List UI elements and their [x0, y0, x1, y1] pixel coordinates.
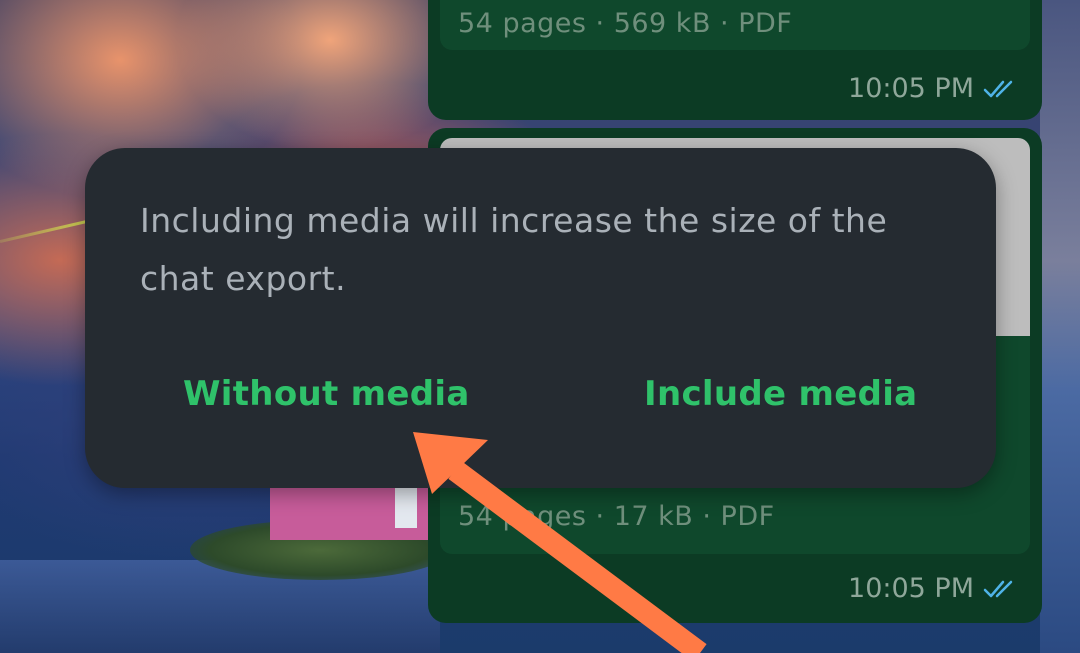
wallpaper-right-strip [1040, 0, 1080, 653]
include-media-button[interactable]: Include media [644, 374, 917, 414]
message-bubble[interactable]: 54 pages · 569 kB · PDF 10:05 PM [428, 0, 1042, 120]
dialog-message: Including media will increase the size o… [140, 201, 888, 298]
double-check-icon [983, 580, 1013, 597]
message-timestamp: 10:05 PM [848, 573, 1022, 604]
export-chat-dialog: Including media will increase the size o… [85, 148, 996, 488]
document-attachment[interactable]: 54 pages · 569 kB · PDF [440, 0, 1030, 50]
chat-screen: 54 pages · 569 kB · PDF 10:05 PM 54 page… [0, 0, 1080, 653]
message-time: 10:05 PM [848, 573, 974, 604]
document-meta: 54 pages · 17 kB · PDF [458, 501, 775, 532]
double-check-icon [983, 80, 1013, 97]
document-meta: 54 pages · 569 kB · PDF [458, 8, 793, 39]
message-timestamp: 10:05 PM [848, 73, 1022, 104]
wallpaper-house-window [395, 488, 417, 528]
message-time: 10:05 PM [848, 73, 974, 104]
without-media-button[interactable]: Without media [183, 374, 470, 414]
